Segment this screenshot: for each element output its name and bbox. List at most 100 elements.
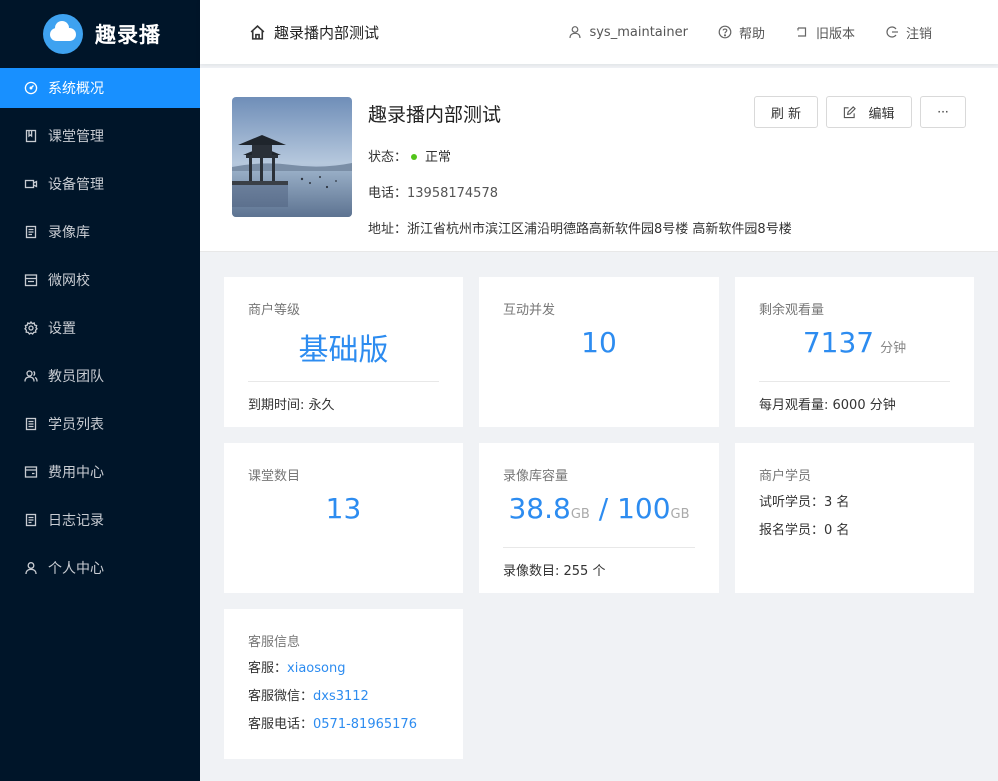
topbar: 趣录播内部测试 sys_maintainer 帮助 旧版本 注销 [200,0,998,64]
sidebar: 趣录播 系统概况 课堂管理 设备管理 录像库 微网校 设置 教员团队 学员列表 … [0,0,200,781]
edit-icon [844,105,857,118]
card-label: 商户学员 [759,469,812,484]
status-line: 状态： 正常 [368,146,451,165]
username: sys_maintainer [589,24,688,40]
storage-total-unit: GB [670,507,690,522]
sidebar-item-label: 费用中心 [48,465,104,481]
brand-name: 趣录播 [95,23,161,47]
address-line: 地址：浙江省杭州市滨江区浦沿明德路高新软件园8号楼 高新软件园8号楼 [368,218,792,237]
refresh-button[interactable]: 刷 新 [754,96,818,128]
service-agent-value[interactable]: xiaosong [287,661,345,676]
merchant-profile: 趣录播内部测试 状态： 正常 电话：13958174578 地址：浙江省杭州市滨江… [200,68,998,252]
service-wechat-label: 客服微信： [248,689,314,704]
edit-button[interactable]: 编辑 [826,96,912,128]
sidebar-item-students[interactable]: 学员列表 [0,404,200,444]
phone-label: 电话： [368,186,408,201]
sidebar-item-classrooms[interactable]: 课堂管理 [0,116,200,156]
sidebar-item-microschool[interactable]: 微网校 [0,260,200,300]
classrooms-value: 13 [325,492,362,525]
old-version-link[interactable]: 旧版本 [795,23,855,42]
service-agent-label: 客服： [248,661,288,676]
card-customer-service: 客服信息 客服：xiaosong 客服微信：dxs3112 客服电话：0571-… [224,609,463,759]
storage-total: 100 [617,492,671,525]
book-icon [24,129,38,143]
more-button[interactable]: ··· [920,96,966,128]
card-label: 剩余观看量 [759,303,825,318]
remaining-unit: 分钟 [880,341,907,356]
more-label: ··· [937,105,949,119]
divider [503,547,695,548]
sidebar-item-overview[interactable]: 系统概况 [0,68,200,108]
logout-icon [886,26,898,38]
sidebar-item-devices[interactable]: 设备管理 [0,164,200,204]
sidebar-item-teachers[interactable]: 教员团队 [0,356,200,396]
help-link[interactable]: 帮助 [718,23,765,42]
level-value: 基础版 [298,333,389,368]
divider [759,381,950,382]
list-icon [24,417,38,431]
sidebar-item-billing[interactable]: 费用中心 [0,452,200,492]
refresh-label: 刷 新 [770,106,802,122]
recording-count: 录像数目: 255 个 [503,564,606,579]
service-wechat-value[interactable]: dxs3112 [313,689,369,704]
status-label: 状态： [368,150,408,165]
breadcrumb[interactable]: 趣录播内部测试 [249,22,379,43]
sidebar-item-label: 系统概况 [48,81,104,97]
sidebar-nav: 系统概况 课堂管理 设备管理 录像库 微网校 设置 教员团队 学员列表 费用中心… [0,68,200,588]
old-version-label: 旧版本 [815,26,855,42]
library-icon [24,225,38,239]
school-icon [24,273,38,287]
wallet-icon [24,465,38,479]
sidebar-item-profile[interactable]: 个人中心 [0,548,200,588]
service-phone-label: 客服电话： [248,717,314,732]
sidebar-item-label: 录像库 [48,225,90,241]
user-menu[interactable]: sys_maintainer [568,24,688,40]
phone-line: 电话：13958174578 [368,182,498,201]
card-storage: 录像库容量 38.8GB / 100GB 录像数目: 255 个 [479,443,719,593]
sidebar-item-label: 设置 [48,321,76,337]
camera-icon [24,177,38,191]
sidebar-item-library[interactable]: 录像库 [0,212,200,252]
return-icon [797,27,807,37]
sidebar-item-logs[interactable]: 日志记录 [0,500,200,540]
card-remaining-views: 剩余观看量 7137 分钟 每月观看量: 6000 分钟 [735,277,974,427]
storage-separator: / [589,492,618,525]
remaining-value: 7137 [802,326,875,359]
card-concurrency: 互动并发 10 [479,277,719,427]
monthly-views: 每月观看量: 6000 分钟 [759,398,896,413]
card-label: 录像库容量 [503,469,569,484]
user-icon [24,561,38,575]
brand[interactable]: 趣录播 [0,0,200,68]
remaining-value-wrap: 7137 分钟 [735,326,974,359]
help-icon [718,25,732,39]
sidebar-item-label: 教员团队 [48,369,104,385]
service-phone-row: 客服电话：0571-81965176 [248,713,417,732]
expire-time: 到期时间: 永久 [248,398,335,413]
storage-value: 38.8GB / 100GB [479,492,719,525]
card-label: 商户等级 [248,303,301,318]
top-actions: sys_maintainer 帮助 旧版本 注销 [538,23,932,42]
sidebar-item-label: 设备管理 [48,177,104,193]
address-label: 地址： [368,222,408,237]
storage-used: 38.8 [508,492,571,525]
sidebar-item-label: 微网校 [48,273,90,289]
divider [248,381,439,382]
storage-used-unit: GB [570,507,590,522]
logout-label: 注销 [905,26,932,42]
status-dot [411,154,418,160]
sidebar-item-label: 课堂管理 [48,129,104,145]
sidebar-item-settings[interactable]: 设置 [0,308,200,348]
breadcrumb-label: 趣录播内部测试 [274,23,380,42]
edit-label: 编辑 [868,106,895,122]
log-icon [24,513,38,527]
enrolled-students: 报名学员：0 名 [759,523,850,538]
service-wechat-row: 客服微信：dxs3112 [248,685,369,704]
merchant-avatar [232,97,352,217]
service-phone-value[interactable]: 0571-81965176 [313,717,417,732]
logout-link[interactable]: 注销 [885,23,932,42]
card-label: 客服信息 [248,635,301,650]
gear-icon [24,321,38,335]
service-agent-row: 客服：xiaosong [248,657,345,676]
trial-students: 试听学员：3 名 [759,495,850,510]
merchant-name: 趣录播内部测试 [368,104,502,126]
